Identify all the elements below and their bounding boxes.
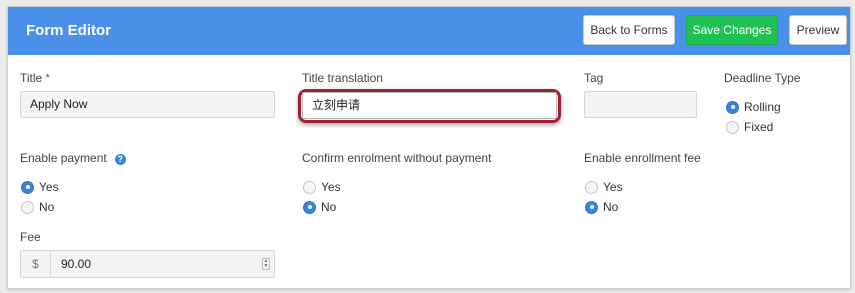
enrollment-fee-no-label: No xyxy=(603,200,619,214)
fee-label: Fee xyxy=(20,230,41,244)
form-editor-window: Form Editor Back to Forms Save Changes P… xyxy=(7,6,851,289)
rolling-radio[interactable] xyxy=(726,100,739,114)
enable-enrollment-fee-label: Enable enrollment fee xyxy=(584,151,701,165)
confirm-enrolment-no-radio[interactable] xyxy=(303,200,316,214)
preview-button[interactable]: Preview xyxy=(789,15,847,45)
enable-payment-yes-option[interactable]: Yes xyxy=(21,180,59,194)
number-stepper-icon[interactable]: ▲ ▼ xyxy=(262,258,270,270)
tag-input[interactable] xyxy=(584,91,697,118)
tag-label: Tag xyxy=(584,71,604,85)
enable-payment-label: Enable payment? xyxy=(20,151,126,165)
title-translation-input[interactable]: 立刻申请 xyxy=(302,92,557,119)
enrollment-fee-yes-option[interactable]: Yes xyxy=(585,180,623,194)
fee-input-group[interactable]: $ 90.00 ▲ ▼ xyxy=(20,250,275,278)
fixed-radio[interactable] xyxy=(726,120,739,134)
deadline-fixed-option[interactable]: Fixed xyxy=(726,120,773,134)
enrollment-fee-yes-radio[interactable] xyxy=(585,180,598,194)
enable-payment-no-label: No xyxy=(39,200,55,214)
deadline-type-label: Deadline Type xyxy=(724,71,801,85)
question-circle-icon[interactable]: ? xyxy=(114,154,126,165)
back-to-forms-button[interactable]: Back to Forms xyxy=(583,15,675,45)
save-changes-button[interactable]: Save Changes xyxy=(686,15,778,45)
title-label: Title * xyxy=(20,71,50,85)
fee-input[interactable]: 90.00 xyxy=(61,251,91,277)
enable-payment-yes-label: Yes xyxy=(39,180,59,194)
header-bar: Form Editor Back to Forms Save Changes P… xyxy=(8,7,850,55)
confirm-enrolment-no-label: No xyxy=(321,200,337,214)
enrollment-fee-yes-label: Yes xyxy=(603,180,623,194)
currency-prefix: $ xyxy=(21,251,51,277)
confirm-enrolment-yes-label: Yes xyxy=(321,180,341,194)
confirm-enrolment-yes-option[interactable]: Yes xyxy=(303,180,341,194)
page-title: Form Editor xyxy=(26,22,111,39)
deadline-rolling-option[interactable]: Rolling xyxy=(726,100,781,114)
enable-payment-no-radio[interactable] xyxy=(21,200,34,214)
enrollment-fee-no-option[interactable]: No xyxy=(585,200,618,214)
title-label-text: Title xyxy=(20,71,43,85)
enable-payment-yes-radio[interactable] xyxy=(21,180,34,194)
title-input[interactable]: Apply Now xyxy=(20,91,275,118)
confirm-enrolment-no-option[interactable]: No xyxy=(303,200,336,214)
enable-payment-no-option[interactable]: No xyxy=(21,200,54,214)
title-translation-label: Title translation xyxy=(302,71,383,85)
rolling-label: Rolling xyxy=(744,100,781,114)
confirm-enrolment-label: Confirm enrolment without payment xyxy=(302,151,492,165)
confirm-enrolment-yes-radio[interactable] xyxy=(303,180,316,194)
fixed-label: Fixed xyxy=(744,120,774,134)
required-mark: * xyxy=(45,71,50,85)
enrollment-fee-no-radio[interactable] xyxy=(585,200,598,214)
enable-payment-label-text: Enable payment xyxy=(20,151,107,165)
